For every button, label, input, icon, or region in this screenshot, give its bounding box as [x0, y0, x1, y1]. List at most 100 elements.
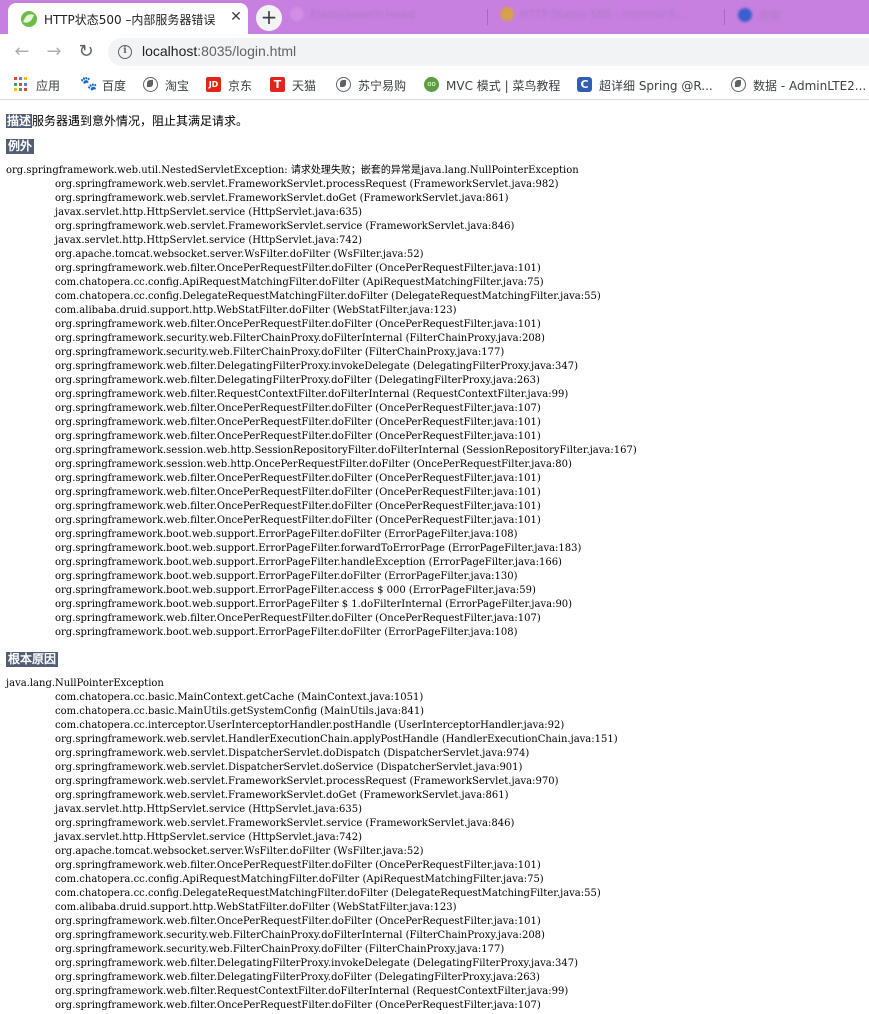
- stack-frame: org.springframework.web.servlet.Framewor…: [55, 790, 509, 801]
- stack-frame: org.springframework.boot.web.support.Err…: [55, 529, 518, 540]
- close-icon[interactable]: ✕: [227, 8, 245, 26]
- stack-frame: org.springframework.security.web.FilterC…: [55, 944, 505, 955]
- address-bar[interactable]: i localhost:8035/login.html: [108, 38, 869, 66]
- stack-frame: org.springframework.web.servlet.Dispatch…: [55, 762, 523, 773]
- stack-frame: org.springframework.web.filter.OncePerRe…: [55, 860, 541, 871]
- exception-header: 例外: [6, 139, 35, 154]
- baidu-paw-icon: 🐾: [80, 76, 98, 92]
- stack-frame: org.springframework.boot.web.support.Err…: [55, 557, 562, 568]
- reload-icon[interactable]: ↻: [72, 38, 100, 66]
- stack-frame: javax.servlet.http.HttpServlet.service (…: [55, 804, 362, 815]
- stack-frame: org.springframework.web.filter.Delegatin…: [55, 361, 579, 372]
- bookmark-taobao[interactable]: 淘宝: [143, 76, 193, 94]
- stack-frame: javax.servlet.http.HttpServlet.service (…: [55, 832, 362, 843]
- stack-frame: com.chatopera.cc.config.DelegateRequestM…: [55, 888, 601, 899]
- bookmark-baidu[interactable]: 🐾 百度: [80, 76, 130, 94]
- root-cause-header: 根本原因: [6, 652, 59, 667]
- bookmark-adminlte[interactable]: 数据 - AdminLTE2...: [731, 76, 869, 94]
- stack-frame: javax.servlet.http.HttpServlet.service (…: [55, 207, 362, 218]
- tmall-icon: T: [270, 77, 285, 92]
- stack-frame: org.springframework.boot.web.support.Err…: [55, 543, 582, 554]
- description-label: 描述: [6, 114, 33, 128]
- browser-toolbar: ← → ↻ i localhost:8035/login.html: [0, 34, 869, 70]
- globe-icon: [143, 77, 158, 92]
- tab-active[interactable]: HTTP状态500 –内部服务器错误 ✕: [8, 3, 248, 34]
- stack-frame: org.springframework.web.filter.OncePerRe…: [55, 613, 541, 624]
- stack-frame: com.chatopera.cc.config.ApiRequestMatchi…: [55, 874, 544, 885]
- bookmark-jd[interactable]: JD 京东: [206, 76, 256, 94]
- stack-frame: org.springframework.web.filter.RequestCo…: [55, 986, 569, 997]
- stack-frame: org.apache.tomcat.websocket.server.WsFil…: [55, 249, 424, 260]
- jd-icon: JD: [206, 77, 221, 92]
- stack-frame: org.springframework.web.filter.OncePerRe…: [55, 431, 541, 442]
- globe-icon: [731, 77, 746, 92]
- stack-frame: javax.servlet.http.HttpServlet.service (…: [55, 235, 362, 246]
- stack-frame: org.springframework.boot.web.support.Err…: [55, 599, 573, 610]
- stack-frame: org.springframework.web.filter.OncePerRe…: [55, 515, 541, 526]
- stack-frame: org.springframework.web.filter.OncePerRe…: [55, 403, 541, 414]
- stack-frame: com.alibaba.druid.support.http.WebStatFi…: [55, 305, 457, 316]
- stack-frame: org.springframework.security.web.FilterC…: [55, 347, 505, 358]
- tab-separator: [724, 9, 725, 25]
- stack-frame: org.springframework.session.web.http.Onc…: [55, 459, 572, 470]
- tab-separator: [487, 9, 488, 25]
- tab-strip: HTTP状态500 –内部服务器错误 ✕ + Elasticsearch Hea…: [0, 0, 869, 34]
- stack-frame: org.springframework.web.filter.OncePerRe…: [55, 473, 541, 484]
- stack-frame: org.springframework.web.filter.OncePerRe…: [55, 1000, 541, 1011]
- forward-arrow-icon[interactable]: →: [40, 38, 68, 66]
- stack-frame: org.springframework.web.filter.OncePerRe…: [55, 263, 541, 274]
- stack-frame: org.springframework.session.web.http.Ses…: [55, 445, 637, 456]
- description-text: 服务器遇到意外情况，阻止其满足请求。: [32, 114, 249, 128]
- stack-frame: com.chatopera.cc.basic.MainUtils.getSyst…: [55, 706, 425, 717]
- stack-frame: org.springframework.web.filter.OncePerRe…: [55, 487, 541, 498]
- description-line: 描述服务器遇到意外情况，阻止其满足请求。: [6, 113, 248, 129]
- stack-frame: org.springframework.boot.web.support.Err…: [55, 571, 518, 582]
- stack-frame: org.springframework.web.servlet.Framewor…: [55, 193, 509, 204]
- back-arrow-icon[interactable]: ←: [8, 38, 36, 66]
- stack-frame: org.springframework.web.servlet.Framewor…: [55, 179, 559, 190]
- tab-background-3[interactable]: 百度: [738, 7, 780, 29]
- root-cause-stack-trace: java.lang.NullPointerException com.chatop…: [6, 677, 618, 1013]
- stack-frame: org.springframework.web.filter.OncePerRe…: [55, 417, 541, 428]
- stack-frame: org.springframework.web.filter.Delegatin…: [55, 375, 540, 386]
- stack-frame: org.springframework.web.filter.RequestCo…: [55, 389, 569, 400]
- apps-grid-icon: [14, 77, 29, 92]
- stack-frame: org.springframework.web.filter.OncePerRe…: [55, 319, 541, 330]
- stack-frame: com.chatopera.cc.config.ApiRequestMatchi…: [55, 277, 544, 288]
- exception-stack-trace: org.springframework.web.util.NestedServl…: [6, 164, 637, 640]
- c-icon: C: [577, 77, 592, 92]
- tab-background-1[interactable]: Elasticsearch Head: [290, 7, 415, 29]
- tab-title: HTTP状态500 –内部服务器错误: [44, 13, 216, 27]
- stack-frame: org.springframework.web.filter.Delegatin…: [55, 958, 579, 969]
- spring-leaf-icon: [21, 11, 37, 27]
- bookmark-spring[interactable]: C 超详细 Spring @R...: [577, 76, 717, 94]
- stack-frame: com.chatopera.cc.basic.MainContext.getCa…: [55, 692, 424, 703]
- stack-frame: org.springframework.web.servlet.HandlerE…: [55, 734, 618, 745]
- bookmark-suning[interactable]: 苏宁易购: [336, 76, 411, 94]
- stack-frame: com.alibaba.druid.support.http.WebStatFi…: [55, 902, 457, 913]
- stack-frame: com.chatopera.cc.interceptor.UserInterce…: [55, 720, 565, 731]
- tab-background-2[interactable]: HTTP Status 500 - Internal S...: [500, 7, 686, 29]
- stack-frame: org.springframework.boot.web.support.Err…: [55, 585, 536, 596]
- root-cause-message: java.lang.NullPointerException: [6, 678, 164, 689]
- stack-frame: org.springframework.web.filter.Delegatin…: [55, 972, 540, 983]
- tab-favicon-icon: [290, 7, 304, 21]
- stack-frame: org.springframework.security.web.FilterC…: [55, 333, 545, 344]
- stack-frame: org.springframework.web.servlet.Framewor…: [55, 776, 559, 787]
- globe-icon: [336, 77, 351, 92]
- stack-frame: org.springframework.security.web.FilterC…: [55, 930, 545, 941]
- page-content: 描述服务器遇到意外情况，阻止其满足请求。 例外 org.springframew…: [0, 101, 869, 1014]
- stack-frame: org.springframework.web.servlet.Dispatch…: [55, 748, 530, 759]
- site-info-icon[interactable]: i: [118, 45, 132, 59]
- bookmark-runoob[interactable]: oo MVC 模式 | 菜鸟教程: [424, 76, 564, 94]
- bookmarks-bar: 应用 🐾 百度 淘宝 JD 京东 T 天猫 苏宁易购 oo MVC 模式 | 菜…: [0, 70, 869, 100]
- stack-frame: org.springframework.web.filter.OncePerRe…: [55, 501, 541, 512]
- bookmark-apps[interactable]: 应用: [14, 76, 64, 94]
- stack-frame: org.springframework.web.servlet.Framewor…: [55, 221, 515, 232]
- bookmark-tmall[interactable]: T 天猫: [270, 76, 320, 94]
- tab-favicon-icon: [738, 8, 752, 22]
- stack-frame: com.chatopera.cc.config.DelegateRequestM…: [55, 291, 601, 302]
- stack-frame: org.springframework.web.servlet.Framewor…: [55, 818, 515, 829]
- url-text[interactable]: localhost:8035/login.html: [142, 43, 296, 59]
- new-tab-button[interactable]: +: [256, 5, 282, 31]
